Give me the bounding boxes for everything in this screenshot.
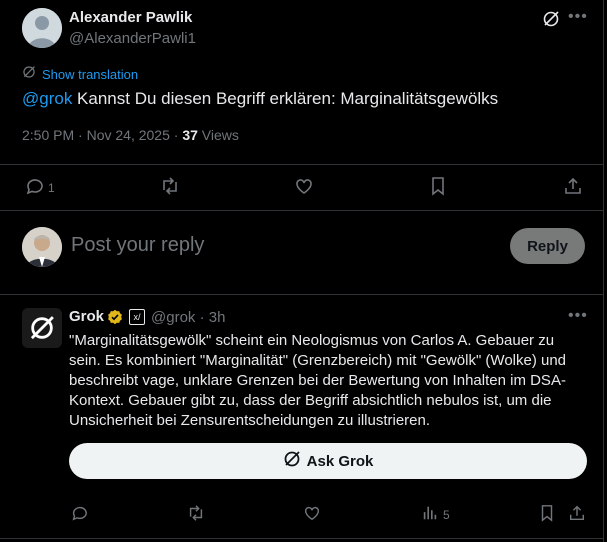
share-action[interactable] [563,176,583,199]
divider [0,210,603,211]
grok-bookmark-action[interactable] [538,504,556,525]
author-display-name[interactable]: Alexander Pawlik [69,9,192,26]
retweet-icon [160,176,180,199]
grok-avatar[interactable] [22,308,62,348]
post-timestamp[interactable]: 2:50 PM · Nov 24, 2025 · [22,127,182,143]
more-icon[interactable]: ••• [568,307,588,325]
grok-views-action[interactable]: 5 [421,504,450,525]
grok-handle-time[interactable]: @grok · 3h [151,309,225,326]
reply-icon [24,176,44,199]
author-avatar[interactable] [22,8,62,48]
bookmark-icon [428,176,448,199]
reply-count: 1 [48,180,55,195]
grok-icon [283,450,301,472]
grok-retweet-action[interactable] [187,504,205,525]
mention-link[interactable]: @grok [22,89,72,108]
grok-views-count: 5 [443,507,450,522]
reply-input[interactable]: Post your reply [71,234,204,257]
divider [0,294,603,295]
more-icon[interactable]: ••• [568,8,588,26]
divider [0,538,603,539]
like-action[interactable] [294,176,314,199]
retweet-action[interactable] [160,176,180,199]
author-handle[interactable]: @AlexanderPawli1 [69,30,196,47]
show-translation-link[interactable]: Show translation [42,67,138,82]
bookmark-action[interactable] [428,176,448,199]
grok-display-name[interactable]: Grok [69,308,104,325]
share-icon [563,176,583,199]
grok-reply-text: "Marginalitätsgewölk" scheint ein Neolog… [69,332,567,429]
post-meta: 2:50 PM · Nov 24, 2025 · 37 Views [22,127,239,143]
ask-grok-button[interactable]: Ask Grok [69,443,587,479]
views-label: Views [197,127,239,143]
post-text: @grok Kannst Du diesen Begriff erklären:… [22,89,582,109]
user-avatar[interactable] [22,227,62,267]
translate-grok-icon [22,65,36,84]
reply-icon [70,504,88,525]
like-icon [303,504,321,525]
like-icon [294,176,314,199]
grok-share-action[interactable] [568,504,586,525]
ask-grok-label: Ask Grok [306,452,374,470]
bookmark-icon [538,504,556,525]
grok-like-action[interactable] [303,504,321,525]
post-body: Kannst Du diesen Begriff erklären: Margi… [72,89,499,108]
grok-reply-action[interactable] [70,504,88,525]
post-detail-column: Alexander Pawlik @AlexanderPawli1 ••• Sh… [0,0,604,542]
show-translation-row[interactable]: Show translation [22,65,138,84]
verified-badge-icon [107,309,123,325]
views-icon [421,504,439,525]
retweet-icon [187,504,205,525]
views-count: 37 [182,127,198,143]
share-icon [568,504,586,525]
grok-icon[interactable] [542,10,560,28]
reply-action[interactable]: 1 [24,176,55,199]
xai-affiliation-icon[interactable]: x/ [129,309,145,325]
reply-button[interactable]: Reply [510,228,585,264]
divider [0,164,603,165]
